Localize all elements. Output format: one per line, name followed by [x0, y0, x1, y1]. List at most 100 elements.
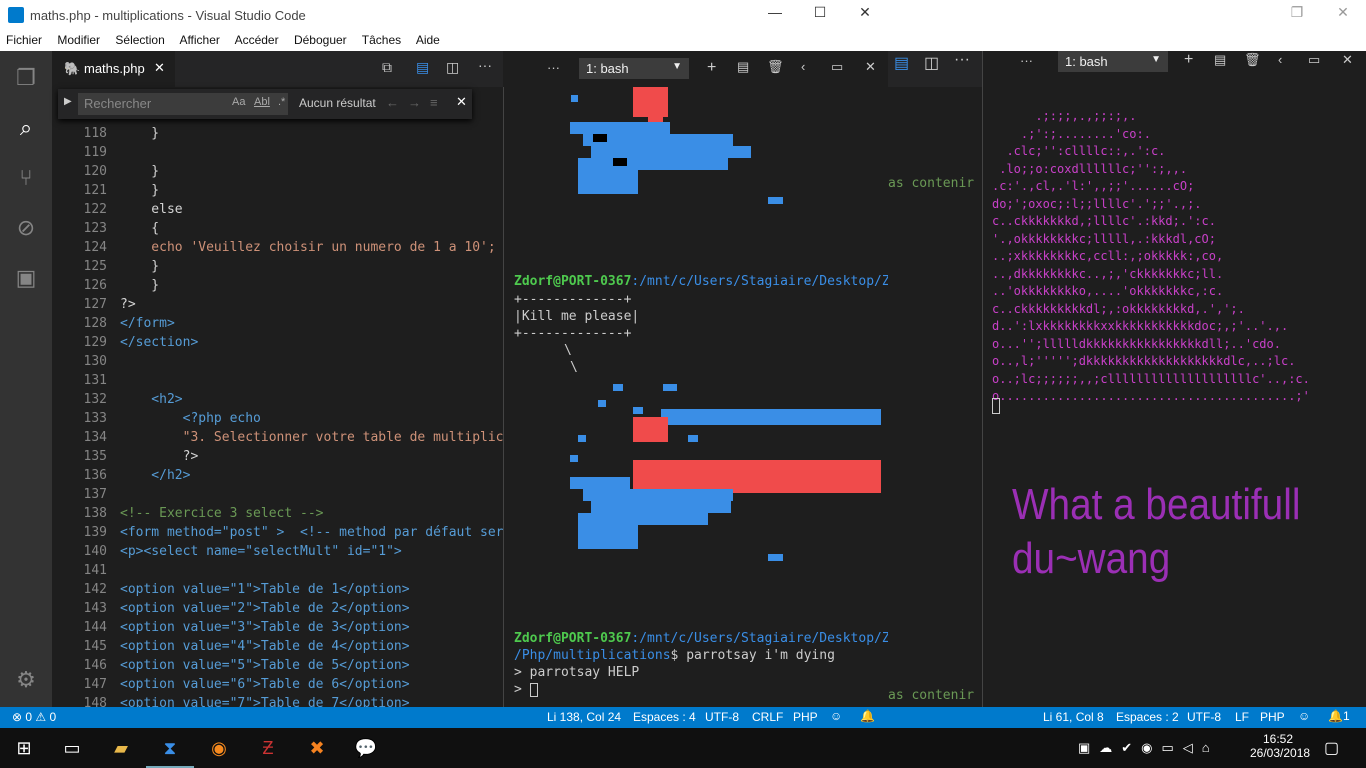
system-tray-icons[interactable]: ▣☁✔◉▭◁⌂	[1078, 740, 1219, 756]
parrot-pixel	[593, 134, 607, 142]
more-actions-icon-3[interactable]: ···	[1020, 53, 1033, 68]
line-number: 121	[83, 183, 107, 198]
maximize-panel-icon-2[interactable]: ▭	[1308, 52, 1320, 68]
indentation[interactable]: Espaces : 4	[633, 710, 696, 724]
code-editor[interactable]: 118 } 119 120 } 121 } 122 else 123 {124 echo …	[52, 120, 503, 707]
collapse-icon-2[interactable]: ‹	[1278, 52, 1282, 67]
tab-close-icon[interactable]: ✕	[154, 60, 165, 76]
firefox-icon[interactable]: ◉	[195, 728, 243, 768]
split-editor-icon-2[interactable]: ◫	[924, 53, 939, 73]
activity-bar: ❐ ⌕ ⑂ ⊘ ▣ ⚙	[0, 51, 52, 707]
preview-icon[interactable]: ▤	[416, 59, 429, 76]
settings-gear-icon[interactable]: ⚙	[0, 655, 52, 705]
new-terminal-icon[interactable]: +	[707, 59, 716, 77]
menu-selection[interactable]: Sélection	[115, 33, 164, 47]
menu-aide[interactable]: Aide	[416, 33, 440, 47]
windows-start-icon[interactable]: ⊞	[0, 728, 48, 768]
prompt-user-2: Zdorf@PORT-0367	[514, 631, 632, 646]
prompt-path-2b: /Php/multiplications	[514, 648, 671, 663]
collapse-icon[interactable]: ‹	[801, 59, 805, 74]
next-match-icon[interactable]: →	[408, 95, 421, 110]
caption-text: What a beautifull du~wang	[1012, 478, 1300, 586]
bell-icon-2[interactable]: 🔔1	[1328, 709, 1350, 723]
menu-deboguer[interactable]: Déboguer	[294, 33, 347, 47]
menu-modifier[interactable]: Modifier	[57, 33, 100, 47]
line-number: 133	[83, 411, 107, 426]
close-icon-2[interactable]: ✕	[1328, 4, 1358, 26]
code-line: else	[120, 202, 183, 217]
cursor-position[interactable]: Li 138, Col 24	[547, 710, 621, 724]
encoding[interactable]: UTF-8	[705, 710, 739, 724]
terminal-select[interactable]: 1: bash ▼	[579, 58, 689, 79]
eol[interactable]: CRLF	[752, 710, 783, 724]
menu-taches[interactable]: Tâches	[362, 33, 401, 47]
find-in-selection-icon[interactable]: ≡	[430, 95, 438, 110]
line-number: 132	[83, 392, 107, 407]
explorer-icon[interactable]: ❐	[0, 53, 52, 103]
toggle-replace-icon[interactable]: ▶	[64, 96, 72, 107]
more-actions-icon[interactable]: ···	[478, 57, 492, 73]
open-changes-icon[interactable]: ⧉	[382, 59, 392, 76]
line-number: 140	[83, 544, 107, 559]
language-mode-2[interactable]: PHP	[1260, 710, 1285, 724]
feedback-icon-2[interactable]: ☺	[1298, 709, 1310, 723]
split-terminal-icon-2[interactable]: ▤	[1214, 52, 1226, 68]
split-editor-icon[interactable]: ◫	[446, 59, 459, 76]
chat-app-icon[interactable]: 💬	[342, 728, 390, 768]
kill-terminal-icon-2[interactable]: 🗑	[1244, 52, 1261, 68]
minimize-icon[interactable]: —	[760, 4, 790, 26]
status-bar-2: Li 61, Col 8 Espaces : 2 UTF-8 LF PHP ☺ …	[888, 707, 1366, 728]
language-mode[interactable]: PHP	[793, 710, 818, 724]
debug-icon[interactable]: ⊘	[0, 203, 52, 253]
task-view-icon[interactable]: ▭	[48, 728, 96, 768]
menu-acceder[interactable]: Accéder	[235, 33, 279, 47]
code-line: }	[120, 164, 160, 179]
action-center-icon[interactable]: ▢	[1324, 738, 1339, 758]
close-icon[interactable]: ✕	[850, 4, 880, 26]
close-panel-icon-2[interactable]: ✕	[1342, 52, 1353, 68]
encoding-2[interactable]: UTF-8	[1187, 710, 1221, 724]
indentation-2[interactable]: Espaces : 2	[1116, 710, 1179, 724]
regex-icon[interactable]: .*	[278, 96, 285, 108]
cursor	[529, 682, 538, 697]
find-widget: ▶ Rechercher Aa Abl .* Aucun résultat ← …	[58, 89, 472, 119]
tab-maths-php[interactable]: 🐘 maths.php ✕	[52, 51, 175, 87]
preview-icon-2[interactable]: ▤	[894, 53, 909, 73]
code-line: <option value="6">Table de 6</option>	[120, 677, 410, 692]
whole-word-icon[interactable]: Abl	[254, 96, 270, 108]
source-control-icon[interactable]: ⑂	[0, 153, 52, 203]
line-number: 131	[83, 373, 107, 388]
more-actions-icon-2[interactable]: ···	[954, 51, 970, 69]
vscode-taskbar-icon[interactable]: ⧗	[146, 728, 194, 768]
eol-2[interactable]: LF	[1235, 710, 1249, 724]
feedback-icon[interactable]: ☺	[830, 709, 842, 723]
find-close-icon[interactable]: ✕	[456, 94, 467, 110]
close-panel-icon[interactable]: ✕	[865, 59, 876, 75]
code-line: }	[120, 126, 160, 141]
clock[interactable]: 16:52 26/03/2018	[1250, 732, 1310, 760]
extensions-icon[interactable]: ▣	[0, 253, 52, 303]
prev-match-icon[interactable]: ←	[386, 95, 399, 110]
problems-status[interactable]: ⊗ 0 ⚠ 0	[12, 710, 56, 724]
more-actions-icon[interactable]: ···	[547, 60, 560, 75]
restore-icon[interactable]: ❐	[1282, 4, 1312, 26]
bell-icon[interactable]: 🔔	[860, 709, 875, 723]
split-terminal-icon[interactable]: ▤	[737, 59, 749, 75]
terminal-select-2[interactable]: 1: bash ▼	[1058, 51, 1168, 72]
cursor-position-2[interactable]: Li 61, Col 8	[1043, 710, 1104, 724]
code-line: "3. Selectionner votre table de multipli…	[120, 430, 503, 445]
code-line: <p><select name="selectMult" id="1">	[120, 544, 402, 559]
new-terminal-icon-2[interactable]: +	[1184, 51, 1193, 69]
menu-afficher[interactable]: Afficher	[179, 33, 219, 47]
maximize-panel-icon[interactable]: ▭	[831, 59, 843, 75]
filezilla-icon[interactable]: Ƶ	[244, 728, 292, 768]
maximize-icon[interactable]: ☐	[805, 4, 835, 26]
match-case-icon[interactable]: Aa	[232, 96, 245, 108]
search-icon[interactable]: ⌕	[0, 103, 52, 153]
file-explorer-icon[interactable]: ▰	[97, 728, 145, 768]
parrot-pixel	[591, 146, 751, 158]
kill-terminal-icon[interactable]: 🗑	[767, 59, 784, 75]
terminal-toolbar: ··· 1: bash ▼ + ▤ 🗑 ‹ ▭ ✕	[503, 51, 888, 87]
menu-fichier[interactable]: Fichier	[6, 33, 42, 47]
xampp-icon[interactable]: ✖	[293, 728, 341, 768]
